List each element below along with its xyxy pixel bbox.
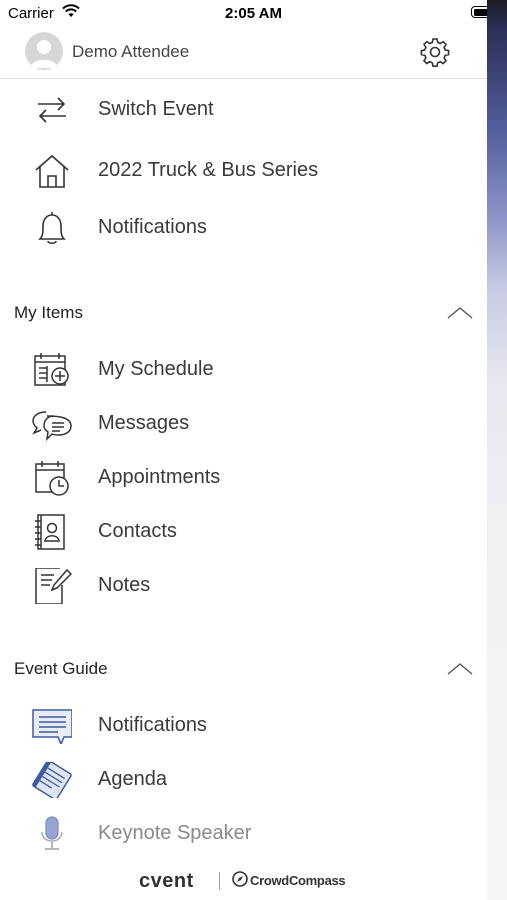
notification-card-icon: [32, 708, 73, 746]
chevron-up-icon[interactable]: [446, 661, 474, 682]
clock-label: 2:05 AM: [225, 5, 282, 22]
menu-item-label: Agenda: [98, 768, 167, 790]
menu-item-label: 2022 Truck & Bus Series: [98, 159, 319, 181]
microphone-icon: [32, 816, 72, 852]
menu-item-label: Appointments: [98, 466, 221, 488]
footer-divider: [219, 872, 220, 890]
notes-icon: [32, 567, 73, 605]
agenda-icon: [32, 759, 72, 801]
crowdcompass-logo-icon: [232, 871, 248, 892]
cvent-logo: cvent: [139, 870, 194, 892]
menu-item-label: Switch Event: [98, 98, 214, 120]
menu-item-guide-notifications[interactable]: Notifications: [0, 704, 487, 748]
avatar[interactable]: [25, 32, 63, 70]
appointments-icon: [32, 460, 72, 496]
home-icon: [32, 153, 72, 189]
background-event-screen[interactable]: [487, 0, 507, 900]
status-bar: Carrier 2:05 AM: [0, 0, 507, 28]
menu-item-appointments[interactable]: Appointments: [0, 456, 487, 500]
section-title-my-items: My Items: [14, 303, 83, 322]
menu-item-event-home[interactable]: 2022 Truck & Bus Series: [0, 149, 487, 193]
menu-item-label: Notes: [98, 574, 151, 596]
menu-item-label: My Schedule: [98, 358, 214, 380]
menu-item-label: Messages: [98, 412, 190, 434]
chevron-up-icon[interactable]: [446, 305, 474, 326]
messages-icon: [32, 406, 72, 442]
bell-icon: [32, 210, 72, 246]
settings-gear-icon[interactable]: [419, 36, 451, 73]
menu-item-my-schedule[interactable]: My Schedule: [0, 348, 487, 392]
profile-header: Demo Attendee: [0, 28, 487, 79]
section-title-event-guide: Event Guide: [14, 659, 108, 678]
menu-item-label: Keynote Speaker: [98, 822, 252, 844]
footer-branding: cvent CrowdCompass: [0, 868, 487, 894]
menu-item-switch-event[interactable]: Switch Event: [0, 88, 487, 132]
menu-item-messages[interactable]: Messages: [0, 402, 487, 446]
crowdcompass-label: CrowdCompass: [250, 873, 346, 888]
menu-item-contacts[interactable]: Contacts: [0, 510, 487, 554]
menu-item-keynote-speaker[interactable]: Keynote Speaker: [0, 812, 487, 856]
contacts-icon: [32, 514, 72, 550]
menu-item-label: Notifications: [98, 714, 207, 736]
menu-item-label: Contacts: [98, 520, 177, 542]
menu-item-label: Notifications: [98, 216, 207, 238]
menu-item-notes[interactable]: Notes: [0, 564, 487, 608]
menu-item-agenda[interactable]: Agenda: [0, 758, 487, 802]
switch-arrows-icon: [32, 92, 72, 128]
user-name[interactable]: Demo Attendee: [72, 42, 189, 62]
menu-item-notifications[interactable]: Notifications: [0, 206, 487, 250]
schedule-add-icon: [32, 352, 72, 388]
